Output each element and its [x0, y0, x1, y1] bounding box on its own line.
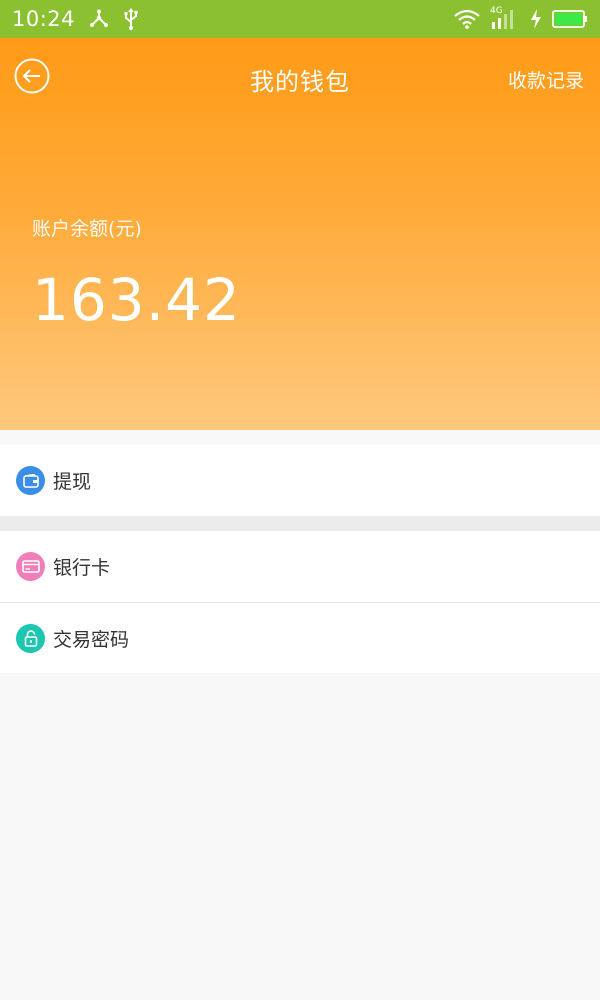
bank-card-label: 银行卡 [53, 557, 111, 579]
bank-card-item[interactable]: 银行卡 [0, 531, 600, 602]
trade-password-item[interactable]: 交易密码 [0, 602, 600, 673]
section-divider [0, 516, 600, 531]
withdraw-label: 提现 [53, 471, 92, 493]
balance-amount: 163.42 [32, 266, 241, 334]
wallet-header: 我的钱包 收款记录 账户余额(元) 163.42 [0, 38, 600, 430]
status-time: 10:24 [12, 7, 76, 31]
menu-group-security: 银行卡 交易密码 [0, 531, 600, 673]
wifi-icon [454, 9, 480, 29]
status-right: 4G [454, 6, 588, 30]
balance-label: 账户余额(元) [32, 218, 142, 240]
status-bar: 10:24 4G [0, 0, 600, 38]
wallet-icon [16, 466, 45, 495]
card-icon [16, 552, 45, 581]
battery-icon [552, 10, 588, 28]
usb-icon [123, 8, 139, 30]
signal-icon: 4G [490, 6, 520, 30]
charging-icon [530, 9, 542, 29]
nav-bar: 我的钱包 收款记录 [0, 38, 600, 120]
trade-password-label: 交易密码 [53, 628, 130, 651]
lock-icon [16, 623, 45, 653]
withdraw-item[interactable]: 提现 [0, 445, 600, 516]
status-left: 10:24 [12, 7, 139, 31]
receipt-records-link[interactable]: 收款记录 [508, 66, 584, 93]
share-icon [89, 9, 109, 29]
menu-group-withdraw: 提现 [0, 445, 600, 516]
